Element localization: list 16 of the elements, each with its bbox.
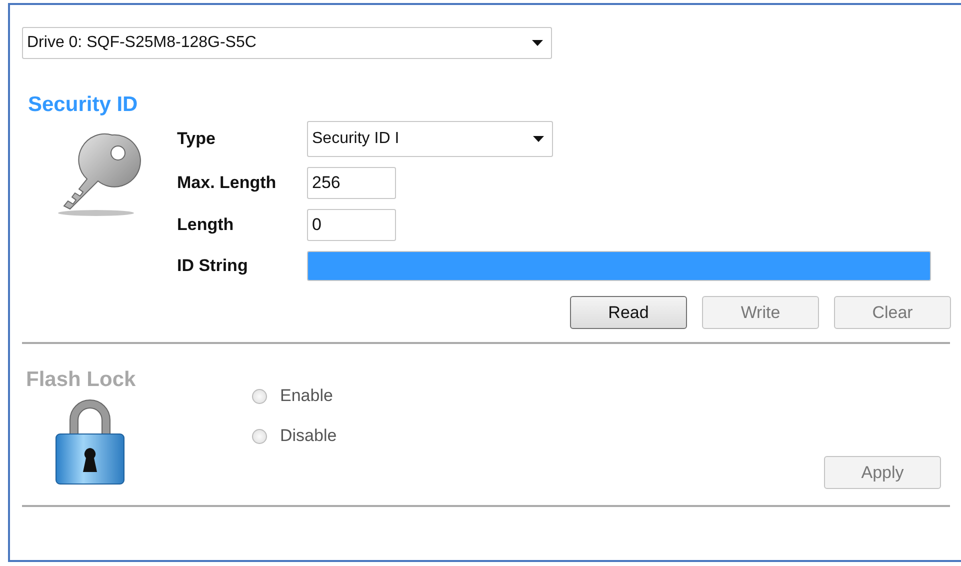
id-string-field[interactable] (307, 251, 931, 281)
field-label: Length (177, 215, 235, 235)
field-label: Type (177, 129, 216, 149)
read-button[interactable]: Read (570, 296, 687, 329)
drive-dropdown[interactable]: Drive 0: SQF-S25M8-128G-S5C (22, 27, 552, 59)
section-title: Security ID (28, 93, 138, 117)
input-field[interactable]: 0 (307, 209, 396, 241)
input-field[interactable]: 256 (307, 167, 396, 199)
radio-label: Enable (280, 386, 333, 406)
caret-icon (533, 136, 544, 142)
type-dropdown[interactable]: Security ID I (307, 121, 553, 157)
field-label: ID String (177, 256, 249, 276)
field-label: Max. Length (177, 173, 278, 193)
section-title: Flash Lock (26, 368, 136, 392)
radio-label: Disable (280, 426, 337, 446)
caret-icon (532, 40, 543, 46)
